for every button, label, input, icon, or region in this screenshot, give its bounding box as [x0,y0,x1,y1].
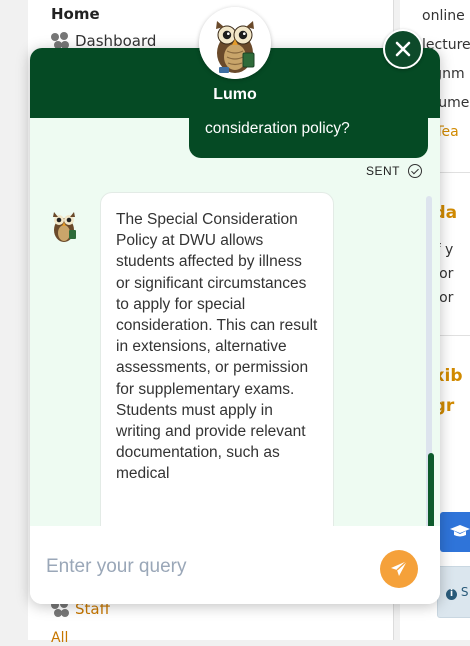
user-message-bubble: consideration policy? [189,118,428,158]
send-icon [391,560,408,576]
owl-avatar-icon [199,7,271,79]
right-text-line: online r [422,8,470,24]
send-button[interactable] [380,550,418,588]
check-circle-icon [408,164,422,178]
sent-label: SENT [365,164,400,178]
education-button[interactable] [440,512,470,552]
chat-widget: Lumo consideration policy? SENT The Spec… [30,48,440,604]
info-icon: i [446,589,457,600]
close-icon [395,41,411,57]
info-text: S [460,585,469,599]
bot-message-text: The Special Consideration Policy at DWU … [116,211,318,483]
sidebar-home-heading: Home [51,5,100,23]
graduation-cap-icon [450,525,470,537]
sidebar-item-all[interactable]: All [51,630,68,646]
close-button[interactable] [383,29,423,69]
message-status: SENT [366,164,422,178]
owl-avatar-icon [53,212,76,242]
bot-message-bubble: The Special Consideration Policy at DWU … [100,192,334,526]
chat-messages[interactable]: consideration policy? SENT The Special C… [30,118,440,526]
chat-title: Lumo [213,86,257,103]
scrollbar-thumb[interactable] [428,453,434,526]
info-box: i S [437,566,470,618]
user-message-text: consideration policy? [205,120,350,137]
query-input[interactable] [44,552,368,582]
chatbot-avatar [199,7,271,79]
chat-input-area [30,526,440,604]
